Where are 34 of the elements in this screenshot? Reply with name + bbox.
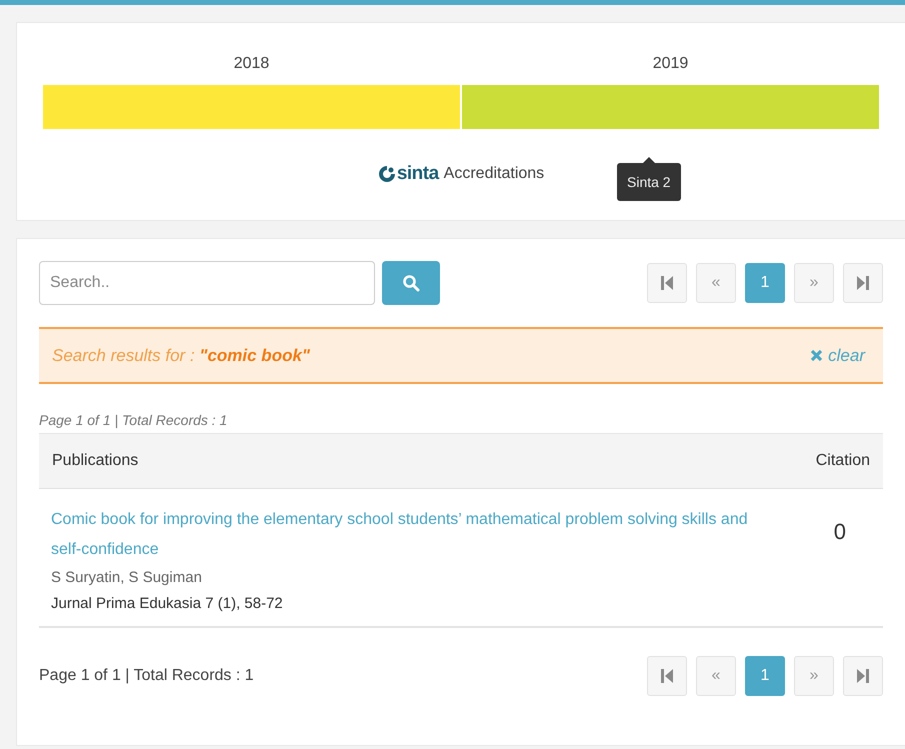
search-button[interactable] bbox=[382, 261, 440, 305]
skip-first-icon bbox=[661, 276, 673, 290]
search-field[interactable]: Search.. bbox=[39, 261, 375, 305]
last-page-button[interactable] bbox=[843, 656, 883, 696]
caption: Accreditations bbox=[444, 165, 544, 183]
records-info: Page 1 of 1 | Total Records : 1 bbox=[39, 412, 228, 428]
search-icon bbox=[402, 274, 420, 292]
year-label: 2018 bbox=[234, 55, 270, 73]
skip-last-icon bbox=[857, 669, 869, 683]
publication-title-link[interactable]: Comic book for improving the elementary school students’ mathematical problem solving skills and self-confidence bbox=[51, 505, 751, 565]
journal-reference: Jurnal Prima Edukasia 7 (1), 58-72 bbox=[51, 595, 284, 612]
previous-page-button[interactable]: « bbox=[696, 656, 736, 696]
close-icon bbox=[810, 349, 824, 362]
previous-page-button[interactable]: « bbox=[696, 263, 736, 303]
next-page-button[interactable]: » bbox=[794, 263, 834, 303]
column-header: Publications bbox=[52, 452, 138, 470]
clear-link[interactable]: clear bbox=[810, 346, 865, 366]
first-page-button[interactable] bbox=[647, 263, 687, 303]
tooltip: Sinta 2 bbox=[617, 157, 681, 201]
search-results-text: Search results for : "comic book" bbox=[52, 346, 310, 366]
page-button[interactable]: 1 bbox=[745, 656, 785, 696]
skip-last-icon bbox=[857, 276, 869, 290]
page-button[interactable]: 1 bbox=[745, 263, 785, 303]
records-info: Page 1 of 1 | Total Records : 1 bbox=[39, 667, 254, 685]
last-page-button[interactable] bbox=[843, 263, 883, 303]
year-label: 2019 bbox=[652, 55, 688, 73]
first-page-button[interactable] bbox=[647, 656, 687, 696]
column-header: Citation bbox=[816, 452, 870, 470]
authors: S Suryatin, S Sugiman bbox=[51, 569, 203, 586]
skip-first-icon bbox=[661, 669, 673, 683]
logo-text: sinta bbox=[396, 163, 439, 185]
next-page-button[interactable]: » bbox=[794, 656, 834, 696]
logo-icon bbox=[378, 165, 396, 183]
citation-count: 0 bbox=[834, 519, 846, 546]
